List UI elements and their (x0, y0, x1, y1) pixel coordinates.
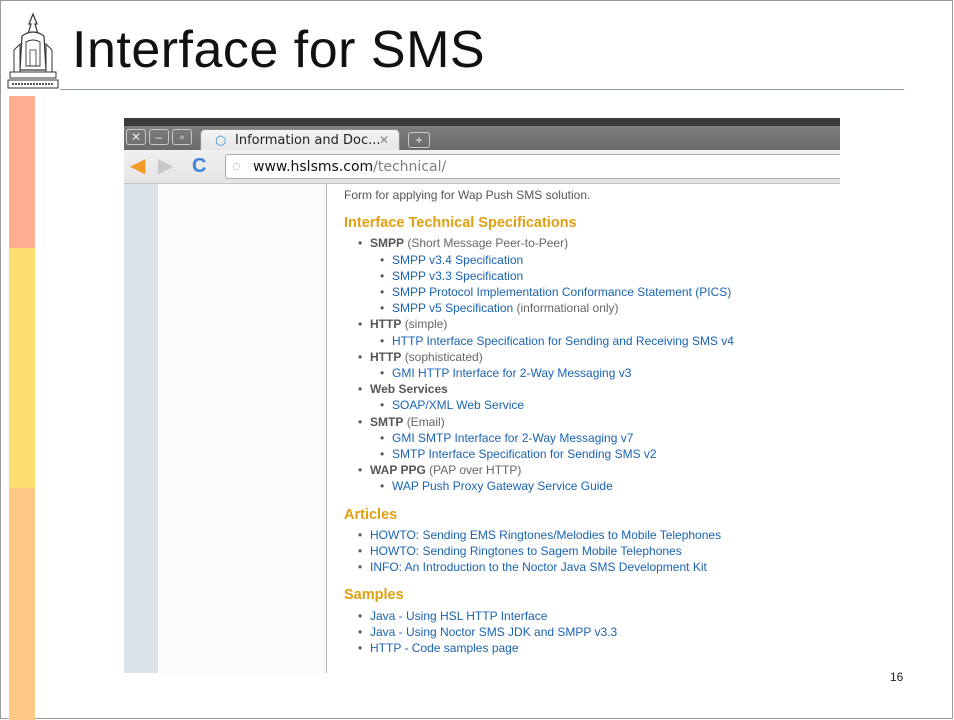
samples-list: Java - Using HSL HTTP Interface Java - U… (344, 608, 840, 657)
article-link[interactable]: INFO: An Introduction to the Noctor Java… (370, 560, 707, 574)
list-item: HOWTO: Sending Ringtones to Sagem Mobile… (344, 543, 840, 559)
address-bar[interactable]: ◌ www.hslsms.com/technical/ (225, 154, 840, 179)
web-page: Form for applying for Wap Push SMS solut… (124, 184, 840, 673)
list-item: HTTP (sophisticated) (344, 349, 840, 365)
list-item: INFO: An Introduction to the Noctor Java… (344, 559, 840, 575)
spec-link[interactable]: WAP Push Proxy Gateway Service Guide (392, 479, 613, 493)
article-link[interactable]: HOWTO: Sending Ringtones to Sagem Mobile… (370, 544, 682, 558)
list-item: Web Services (344, 381, 840, 397)
url-text: www.hslsms.com/technical/ (253, 159, 447, 175)
page-column-divider (326, 184, 327, 673)
list-item: HTTP - Code samples page (344, 640, 840, 656)
list-item: GMI HTTP Interface for 2-Way Messaging v… (344, 365, 840, 381)
close-window-button[interactable]: ✕ (126, 129, 146, 145)
minimize-window-button[interactable]: – (149, 129, 169, 145)
page-content: Form for applying for Wap Push SMS solut… (344, 184, 840, 656)
spec-link[interactable]: SMPP v5 Specification (392, 301, 513, 315)
maximize-window-button[interactable]: ▫ (172, 129, 192, 145)
spec-link[interactable]: SOAP/XML Web Service (392, 398, 524, 412)
articles-heading: Articles (344, 506, 398, 523)
sample-link[interactable]: Java - Using Noctor SMS JDK and SMPP v3.… (370, 625, 617, 639)
specs-heading: Interface Technical Specifications (344, 215, 577, 232)
list-item: Java - Using Noctor SMS JDK and SMPP v3.… (344, 624, 840, 640)
sample-link[interactable]: HTTP - Code samples page (370, 641, 519, 655)
spec-link[interactable]: SMPP v3.3 Specification (392, 269, 523, 283)
specs-list: SMPP (Short Message Peer-to-Peer) SMPP v… (344, 235, 840, 494)
forward-arrow-icon[interactable]: ▶ (158, 156, 173, 176)
tab-information[interactable]: ⬡ Information and Doc... ✕ (200, 129, 400, 150)
samples-heading: Samples (344, 587, 404, 604)
left-bar-segment-yellow (9, 248, 35, 488)
page-sidebar (158, 184, 326, 673)
list-item: SOAP/XML Web Service (344, 397, 840, 413)
list-item: HTTP (simple) (344, 316, 840, 332)
tab-close-icon[interactable]: ✕ (379, 133, 389, 147)
spec-link[interactable]: SMPP v3.4 Specification (392, 253, 523, 267)
articles-list: HOWTO: Sending EMS Ringtones/Melodies to… (344, 527, 840, 576)
spec-link[interactable]: GMI HTTP Interface for 2-Way Messaging v… (392, 366, 631, 380)
page-favicon-icon: ⬡ (215, 133, 227, 148)
list-item: WAP Push Proxy Gateway Service Guide (344, 478, 840, 494)
list-item: SMPP v3.3 Specification (344, 268, 840, 284)
slide-title: Interface for SMS (72, 21, 486, 79)
intro-text: Form for applying for Wap Push SMS solut… (344, 188, 591, 202)
spec-link[interactable]: SMTP Interface Specification for Sending… (392, 447, 657, 461)
globe-icon: ◌ (232, 158, 241, 175)
browser-screenshot: ✕ – ▫ ⬡ Information and Doc... ✕ + ◀ ▶ C… (124, 118, 840, 673)
spec-link[interactable]: HTTP Interface Specification for Sending… (392, 334, 734, 348)
list-item: GMI SMTP Interface for 2-Way Messaging v… (344, 430, 840, 446)
reload-icon[interactable]: C (192, 156, 206, 176)
left-color-bar (9, 96, 35, 720)
list-item: SMTP Interface Specification for Sending… (344, 446, 840, 462)
left-bar-segment-coral (9, 96, 35, 248)
slide-page-number: 16 (890, 670, 904, 684)
back-arrow-icon[interactable]: ◀ (130, 156, 145, 176)
browser-toolbar: ◀ ▶ C ◌ www.hslsms.com/technical/ (124, 150, 840, 184)
spec-link[interactable]: SMPP Protocol Implementation Conformance… (392, 285, 731, 299)
list-item: SMPP Protocol Implementation Conformance… (344, 284, 840, 300)
new-tab-button[interactable]: + (408, 132, 430, 148)
list-item: SMPP v3.4 Specification (344, 252, 840, 268)
list-item: WAP PPG (PAP over HTTP) (344, 462, 840, 478)
list-item: SMPP v5 Specification (informational onl… (344, 300, 840, 316)
left-bar-segment-orange (9, 488, 35, 720)
list-item: Java - Using HSL HTTP Interface (344, 608, 840, 624)
university-seal-logo (7, 12, 59, 89)
list-item: SMTP (Email) (344, 414, 840, 430)
list-item: HTTP Interface Specification for Sending… (344, 333, 840, 349)
title-underline (60, 89, 904, 90)
tab-bar: ✕ – ▫ ⬡ Information and Doc... ✕ + (124, 126, 840, 150)
window-top-strip (124, 118, 840, 126)
list-item: SMPP (Short Message Peer-to-Peer) (344, 235, 840, 251)
article-link[interactable]: HOWTO: Sending EMS Ringtones/Melodies to… (370, 528, 721, 542)
spec-link[interactable]: GMI SMTP Interface for 2-Way Messaging v… (392, 431, 633, 445)
sample-link[interactable]: Java - Using HSL HTTP Interface (370, 609, 547, 623)
tab-title: Information and Doc... (235, 133, 381, 148)
list-item: HOWTO: Sending EMS Ringtones/Melodies to… (344, 527, 840, 543)
page-left-column (124, 184, 158, 673)
